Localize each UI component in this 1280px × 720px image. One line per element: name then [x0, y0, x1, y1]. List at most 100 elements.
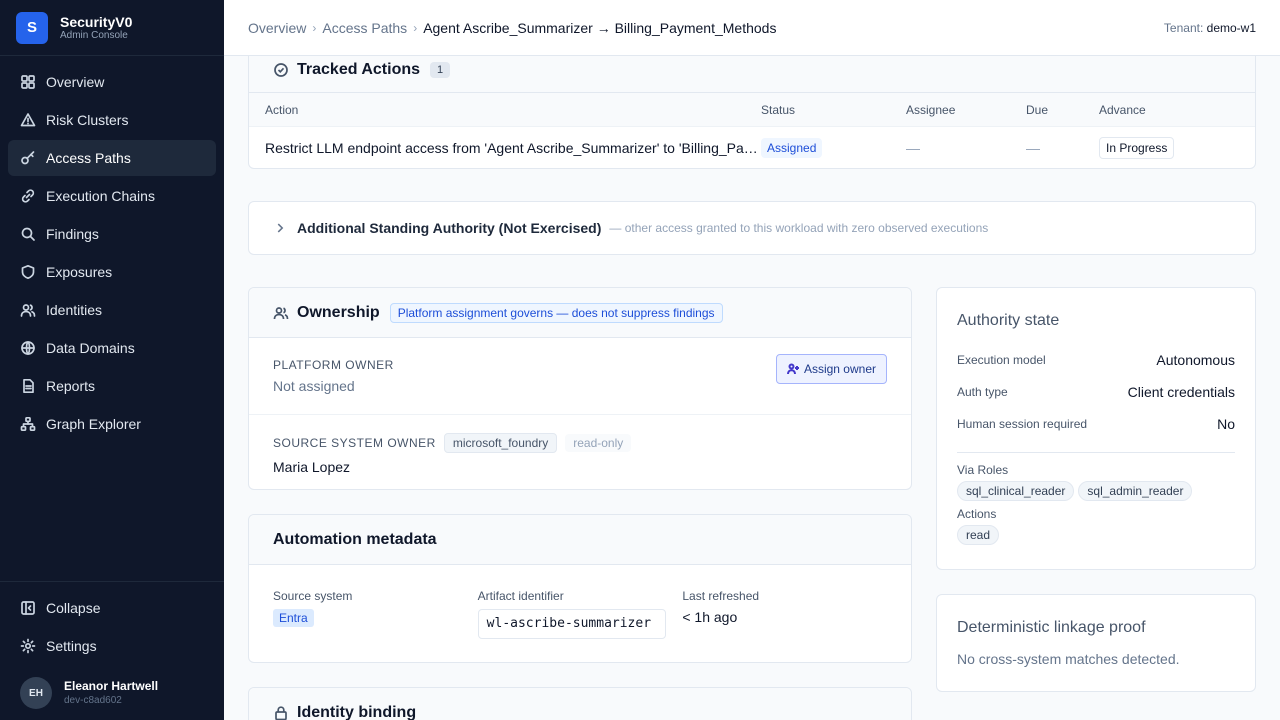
via-roles-label: Via Roles — [957, 463, 1009, 477]
collapse-label: Collapse — [46, 600, 101, 616]
identity-binding-title: Identity binding — [297, 704, 417, 720]
role-tag: sql_admin_reader — [1078, 481, 1193, 501]
settings-button[interactable]: Settings — [8, 628, 216, 664]
tracked-actions-title: Tracked Actions — [297, 60, 421, 78]
gear-icon — [20, 638, 36, 654]
column-header-assignee: Assignee — [906, 102, 956, 117]
breadcrumb-access-paths[interactable]: Access Paths — [322, 20, 407, 36]
chevron-right-icon — [277, 223, 284, 233]
action-tag: read — [957, 525, 1000, 545]
user-name: Eleanor Hartwell — [64, 679, 159, 693]
source-owner-label: SOURCE SYSTEM OWNER — [273, 436, 436, 450]
action-text: Restrict LLM endpoint access from 'Agent… — [265, 140, 761, 156]
assign-owner-button[interactable]: Assign owner — [775, 354, 887, 384]
sidebar-footer: Collapse Settings EH Eleanor Hartwell de… — [0, 581, 224, 720]
count-badge: 1 — [430, 61, 451, 78]
artifact-identifier-field[interactable]: wl-ascribe-summarizer — [477, 609, 666, 639]
sidebar-item-label: Graph Explorer — [46, 416, 141, 432]
sidebar-item-label: Risk Clusters — [46, 112, 129, 128]
sidebar-item-label: Reports — [46, 378, 96, 394]
human-session-label: Human session required — [957, 417, 1088, 431]
sidebar-item-risk-clusters[interactable]: Risk Clusters — [8, 102, 216, 138]
sidebar-item-graph-explorer[interactable]: Graph Explorer — [8, 406, 216, 442]
standing-authority-toggle[interactable]: Additional Standing Authority (Not Exerc… — [248, 201, 1256, 255]
source-owner-value: Maria Lopez — [273, 459, 351, 475]
assign-owner-label: Assign owner — [803, 362, 876, 376]
last-refreshed-value: < 1h ago — [682, 609, 738, 625]
execution-model-value: Autonomous — [1156, 352, 1235, 368]
platform-owner-section: PLATFORM OWNER Not assigned Assign owner — [249, 338, 911, 415]
last-refreshed-label: Last refreshed — [682, 589, 760, 603]
warning-icon — [20, 113, 36, 127]
tenant-indicator: Tenant: demo-w1 — [1164, 21, 1256, 35]
sidebar-item-data-domains[interactable]: Data Domains — [8, 330, 216, 366]
users-icon — [20, 304, 36, 317]
top-bar: Overview › Access Paths › Agent Ascribe_… — [224, 0, 1280, 56]
user-id: dev-c8ad602 — [64, 695, 122, 706]
divider — [957, 452, 1235, 453]
breadcrumb-overview[interactable]: Overview — [248, 20, 306, 36]
brand-logo: S — [16, 11, 48, 44]
sidebar: S SecurityV0 Admin Console Overview Risk… — [0, 0, 224, 720]
sidebar-item-identities[interactable]: Identities — [8, 292, 216, 328]
column-header-action: Action — [265, 102, 299, 117]
link-icon — [21, 189, 35, 203]
human-session-row: Human session required No — [957, 408, 1235, 440]
sidebar-item-reports[interactable]: Reports — [8, 368, 216, 404]
table-row[interactable]: Restrict LLM endpoint access from 'Agent… — [249, 127, 1255, 169]
assignee-value: — — [906, 140, 920, 156]
governance-badge: Platform assignment governs — does not s… — [389, 302, 723, 323]
sidebar-item-findings[interactable]: Findings — [8, 216, 216, 252]
role-tag: sql_clinical_reader — [957, 481, 1075, 501]
sidebar-item-label: Exposures — [46, 264, 113, 280]
sidebar-item-label: Access Paths — [46, 150, 131, 166]
grid-icon — [21, 75, 35, 89]
settings-label: Settings — [46, 638, 97, 654]
search-icon — [21, 227, 35, 241]
roles-list: sql_clinical_reader sql_admin_reader — [957, 481, 1235, 501]
breadcrumb-current: Agent Ascribe_Summarizer → Billing_Payme… — [423, 19, 777, 36]
tracked-actions-card: Tracked Actions 1 Action Status Assignee… — [248, 56, 1256, 169]
standing-authority-title: Additional Standing Authority (Not Exerc… — [297, 220, 602, 236]
ownership-header: Ownership Platform assignment governs — … — [249, 288, 911, 338]
linkage-text: No cross-system matches detected. — [957, 651, 1180, 667]
main-content: Tracked Actions 1 Action Status Assignee… — [224, 56, 1280, 720]
key-icon — [21, 151, 35, 165]
graph-icon — [20, 416, 36, 432]
due-value: — — [1026, 140, 1040, 156]
linkage-proof-card: Deterministic linkage proof No cross-sys… — [936, 594, 1256, 692]
tracked-actions-header: Tracked Actions 1 — [249, 56, 1255, 93]
check-circle-icon — [274, 62, 288, 77]
automation-metadata-card: Automation metadata Source system Entra … — [248, 514, 912, 663]
sidebar-item-label: Findings — [46, 226, 99, 242]
sidebar-item-overview[interactable]: Overview — [8, 64, 216, 100]
standing-authority-description: — other access granted to this workload … — [609, 221, 989, 235]
column-header-advance: Advance — [1099, 102, 1146, 117]
advance-button[interactable]: In Progress — [1099, 137, 1175, 159]
sidebar-item-label: Overview — [46, 74, 105, 90]
document-icon — [23, 378, 34, 394]
actions-label: Actions — [957, 507, 997, 521]
users-icon — [273, 306, 289, 319]
authority-state-title: Authority state — [957, 312, 1060, 329]
artifact-identifier-label: Artifact identifier — [477, 589, 564, 603]
sidebar-item-execution-chains[interactable]: Execution Chains — [8, 178, 216, 214]
human-session-value: No — [1217, 416, 1235, 432]
actions-list: read — [957, 525, 1235, 545]
collapse-button[interactable]: Collapse — [8, 590, 216, 626]
identity-binding-card: Identity binding — [248, 687, 912, 720]
linkage-title: Deterministic linkage proof — [957, 619, 1146, 636]
sidebar-item-access-paths[interactable]: Access Paths — [8, 140, 216, 176]
auth-type-row: Auth type Client credentials — [957, 376, 1235, 408]
chevron-right-icon: › — [312, 20, 317, 35]
source-system-label: Source system — [273, 589, 353, 603]
ownership-title: Ownership — [297, 303, 380, 321]
brand-subtitle: Admin Console — [60, 29, 128, 41]
globe-icon — [21, 341, 35, 355]
user-profile[interactable]: EH Eleanor Hartwell dev-c8ad602 — [8, 666, 216, 720]
automation-title: Automation metadata — [249, 515, 911, 565]
sidebar-item-exposures[interactable]: Exposures — [8, 254, 216, 290]
tenant-label: Tenant: — [1163, 20, 1204, 35]
brand[interactable]: S SecurityV0 Admin Console — [0, 0, 224, 56]
collapse-icon — [21, 601, 35, 615]
